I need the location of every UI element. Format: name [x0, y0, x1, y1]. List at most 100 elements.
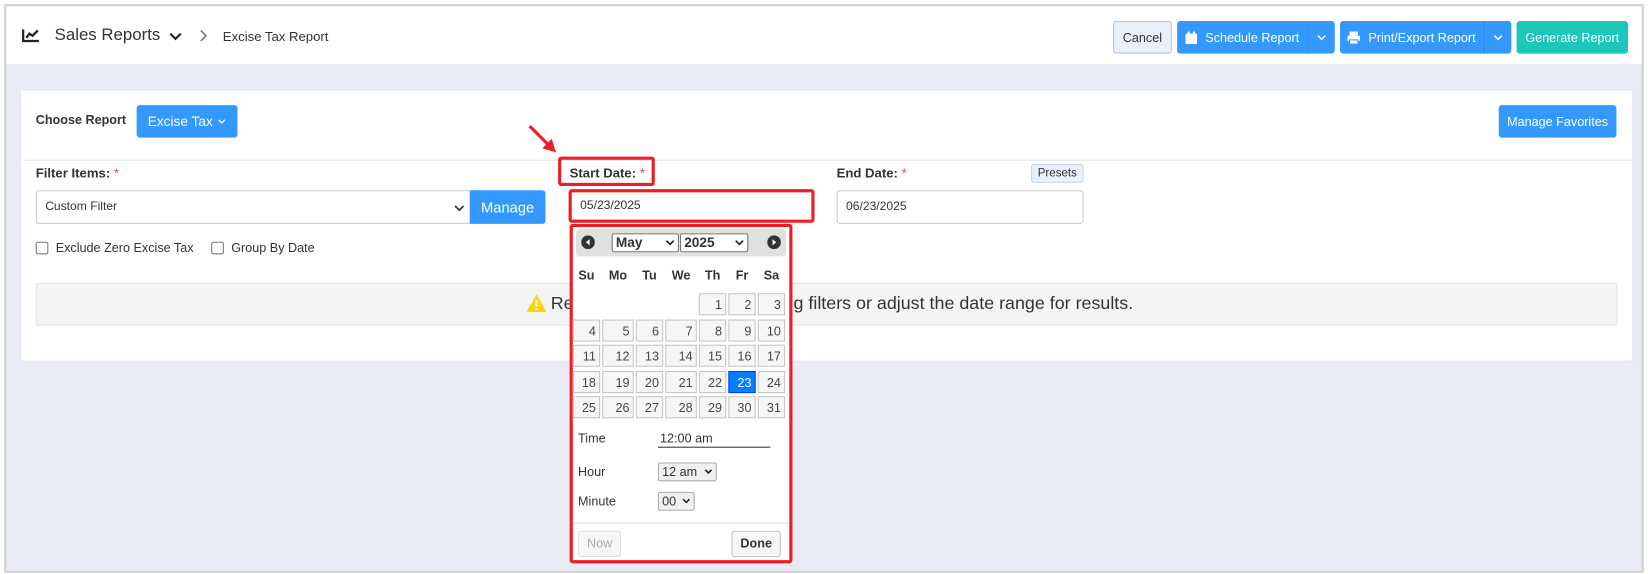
calendar-day[interactable]: 26 [602, 396, 634, 419]
exclude-zero-checkbox[interactable] [35, 241, 49, 255]
calendar-day[interactable]: 29 [698, 396, 727, 419]
calendar-day[interactable]: 20 [635, 370, 664, 393]
chart-line-icon [22, 29, 39, 43]
report-type-label: Excise Tax [147, 113, 213, 130]
warning-icon [526, 294, 547, 313]
calendar-icon [1185, 31, 1197, 44]
calendar-day[interactable]: 5 [602, 319, 634, 342]
next-month-icon[interactable] [767, 235, 781, 250]
print-dropdown-toggle[interactable] [1482, 21, 1512, 54]
month-select[interactable]: May [611, 233, 679, 253]
schedule-report-label: Schedule Report [1205, 29, 1300, 45]
hour-select[interactable]: 12 am [657, 462, 717, 482]
month-value: May [615, 234, 643, 251]
calendar-day[interactable]: 31 [757, 396, 786, 419]
year-value: 2025 [684, 234, 715, 251]
calendar-day[interactable]: 30 [728, 396, 756, 419]
weekday-header: Fr [735, 268, 749, 283]
datepicker-header: May 2025 [575, 229, 787, 257]
print-icon [1347, 31, 1360, 44]
calendar-day[interactable]: 10 [757, 319, 786, 342]
year-select[interactable]: 2025 [679, 233, 749, 253]
calendar-day[interactable]: 17 [757, 344, 786, 367]
done-button[interactable]: Done [731, 530, 781, 558]
weekday-header: We [671, 268, 691, 283]
calendar-day[interactable]: 4 [572, 319, 601, 342]
start-date-value: 05/23/2025 [580, 199, 641, 213]
schedule-report-button[interactable]: Schedule Report [1177, 21, 1308, 54]
calendar-day[interactable]: 13 [635, 344, 664, 367]
chevron-down-icon [735, 240, 744, 246]
breadcrumb-separator-icon [200, 29, 208, 42]
start-date-input[interactable]: 05/23/2025 [568, 189, 815, 223]
calendar-day[interactable]: 12 [602, 344, 634, 367]
end-date-value: 06/23/2025 [846, 200, 907, 214]
required-mark: * [113, 166, 119, 181]
filter-items-select[interactable]: Custom Filter [35, 190, 471, 224]
calendar-day[interactable]: 7 [665, 319, 697, 342]
calendar-day[interactable]: 16 [728, 344, 756, 367]
calendar-day[interactable]: 19 [602, 370, 634, 393]
calendar-day[interactable]: 24 [757, 370, 786, 393]
calendar-day[interactable]: 2 [728, 293, 756, 316]
print-export-label: Print/Export Report [1368, 29, 1476, 45]
group-by-date-label[interactable]: Group By Date [231, 241, 314, 256]
calendar-day[interactable]: 14 [665, 344, 697, 367]
presets-button[interactable]: Presets [1031, 163, 1084, 183]
section-title[interactable]: Sales Reports [55, 26, 161, 45]
prev-month-icon[interactable] [581, 235, 595, 250]
calendar-day[interactable]: 11 [572, 344, 601, 367]
minute-value: 00 [662, 493, 677, 509]
now-button[interactable]: Now [578, 530, 622, 558]
weekday-header: Sa [763, 268, 780, 283]
weekday-header: Th [704, 268, 721, 283]
breadcrumb-current: Excise Tax Report [222, 29, 329, 45]
calendar-day[interactable]: 8 [698, 319, 727, 342]
app-window: Sales Reports Excise Tax Report Cancel S… [4, 4, 1644, 573]
calendar-day[interactable]: 21 [665, 370, 697, 393]
hour-value: 12 am [662, 464, 698, 480]
exclude-zero-label[interactable]: Exclude Zero Excise Tax [56, 241, 194, 256]
minute-select[interactable]: 00 [657, 491, 695, 511]
calendar-day[interactable]: 28 [665, 396, 697, 419]
calendar-day-selected[interactable]: 23 [728, 370, 756, 393]
weekday-header: Su [578, 268, 595, 283]
manage-filter-button[interactable]: Manage [469, 190, 546, 224]
highlight-box [558, 156, 655, 187]
end-date-input[interactable]: 06/23/2025 [836, 190, 1084, 224]
chevron-down-icon [682, 498, 691, 504]
time-underline [657, 446, 771, 448]
no-results-message: Re g filters or adjust the date range fo… [35, 282, 1618, 326]
divider [572, 522, 790, 524]
calendar-day[interactable]: 1 [698, 293, 727, 316]
group-by-date-checkbox[interactable] [211, 241, 224, 255]
time-label: Time [578, 430, 606, 446]
report-type-dropdown[interactable]: Excise Tax [136, 105, 238, 138]
calendar-day[interactable]: 6 [635, 319, 664, 342]
datepicker-popup: May 2025 Su Mo Tu We Th Fr Sa 1 2 3 4 5 6 7 8 9 10 11 12 13… [569, 223, 793, 564]
hour-label: Hour [578, 464, 606, 480]
filter-items-text: Filter Items: [35, 166, 111, 181]
calendar-day[interactable]: 3 [757, 293, 786, 316]
filter-items-value: Custom Filter [45, 200, 118, 214]
annotation-arrow-icon [528, 125, 556, 153]
chevron-down-icon [704, 469, 713, 475]
cancel-button[interactable]: Cancel [1113, 21, 1172, 54]
weekday-header: Tu [642, 268, 657, 283]
calendar-day[interactable]: 9 [728, 319, 756, 342]
calendar-day[interactable]: 22 [698, 370, 727, 393]
calendar-day[interactable]: 25 [572, 396, 601, 419]
chevron-down-icon[interactable] [169, 32, 182, 41]
calendar-day[interactable]: 15 [698, 344, 727, 367]
end-date-text: End Date: [836, 166, 898, 181]
time-value: 12:00 am [660, 430, 713, 446]
top-header: Sales Reports Excise Tax Report Cancel S… [6, 6, 1642, 65]
filter-items-label: Filter Items: * [36, 166, 119, 181]
generate-report-button[interactable]: Generate Report [1516, 21, 1628, 54]
schedule-dropdown-toggle[interactable] [1307, 21, 1335, 54]
calendar-day[interactable]: 18 [572, 370, 601, 393]
minute-label: Minute [578, 493, 616, 509]
manage-favorites-button[interactable]: Manage Favorites [1498, 105, 1617, 138]
print-export-button[interactable]: Print/Export Report [1340, 21, 1483, 54]
calendar-day[interactable]: 27 [635, 396, 664, 419]
